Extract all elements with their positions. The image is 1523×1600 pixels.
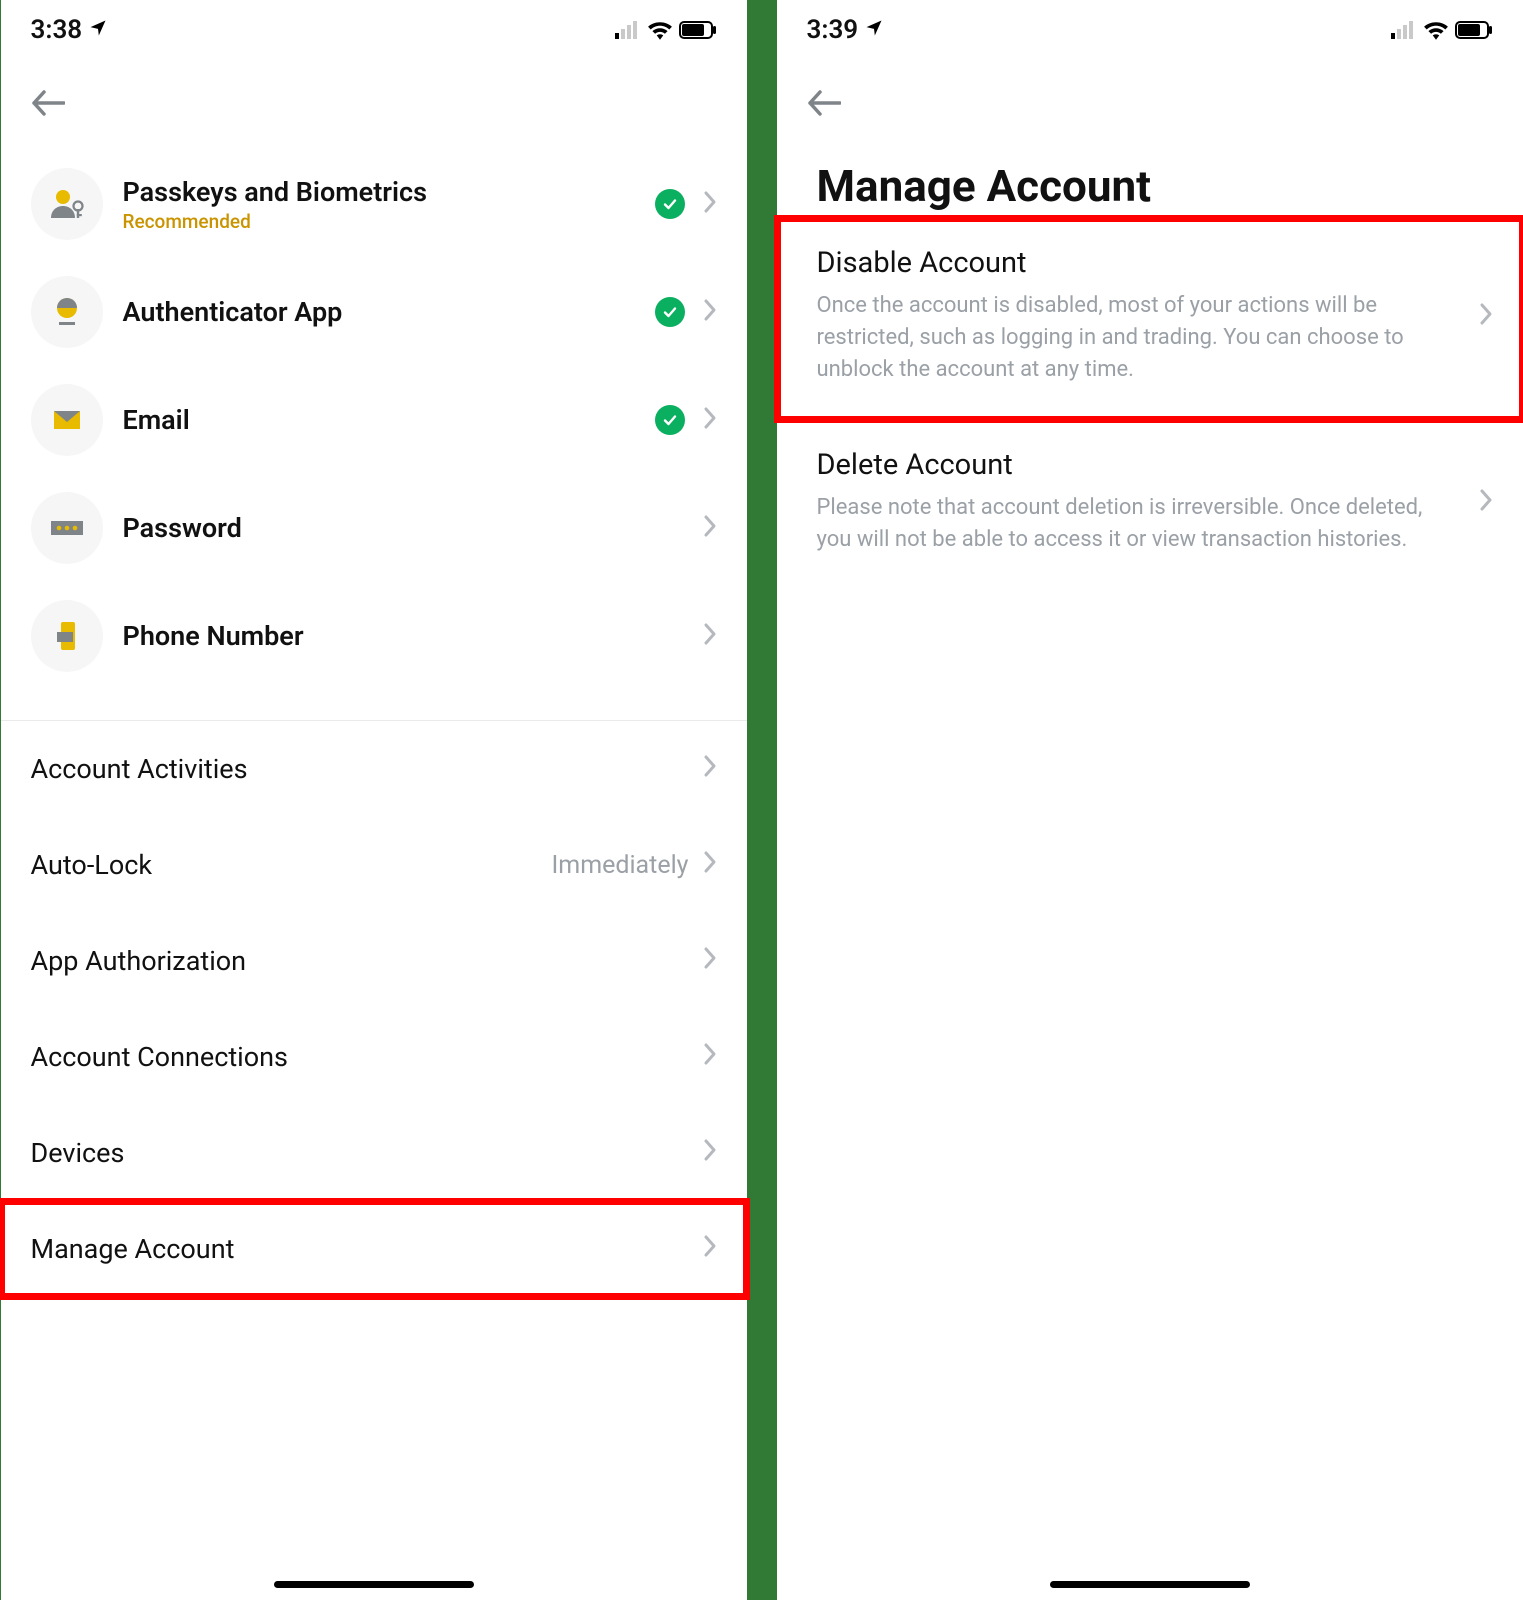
chevron-right-icon [1479,302,1493,330]
auth-methods-list: Passkeys and Biometrics Recommended [1,130,747,720]
auth-row-password[interactable]: Password [11,474,737,582]
location-icon [88,15,108,45]
battery-icon [1455,21,1493,39]
cellular-icon [615,21,641,39]
check-icon [655,189,685,219]
wifi-icon [1423,20,1449,40]
card-description: Once the account is disabled, most of yo… [817,290,1459,386]
back-button[interactable] [31,101,65,120]
auth-row-title: Email [123,404,190,436]
auth-row-phone[interactable]: Phone Number [11,582,737,690]
row-label: Account Activities [31,753,248,785]
chevron-right-icon [703,406,717,434]
row-value: Immediately [551,851,688,880]
passkey-icon [31,168,103,240]
password-icon [31,492,103,564]
row-devices[interactable]: Devices [1,1105,747,1201]
status-bar: 3:39 [777,0,1523,60]
card-description: Please note that account deletion is irr… [817,492,1459,556]
wifi-icon [647,20,673,40]
chevron-right-icon [703,1233,717,1265]
auth-row-title: Passkeys and Biometrics [123,176,427,208]
chevron-right-icon [703,190,717,218]
row-account-connections[interactable]: Account Connections [1,1009,747,1105]
cellular-icon [1391,21,1417,39]
status-bar: 3:38 [1,0,747,60]
manage-account-screen: 3:39 [777,0,1523,1600]
auth-row-authenticator[interactable]: Authenticator App [11,258,737,366]
card-title: Disable Account [817,246,1459,280]
row-manage-account[interactable]: Manage Account [1,1201,747,1297]
auth-row-email[interactable]: Email [11,366,737,474]
status-time: 3:39 [807,15,859,45]
chevron-right-icon [703,1137,717,1169]
row-account-activities[interactable]: Account Activities [1,721,747,817]
email-icon [31,384,103,456]
chevron-right-icon [703,298,717,326]
chevron-right-icon [703,622,717,650]
auth-row-title: Password [123,512,242,544]
status-time: 3:38 [31,15,83,45]
row-label: Account Connections [31,1041,289,1073]
row-label: Devices [31,1137,125,1169]
check-icon [655,297,685,327]
chevron-right-icon [1479,488,1493,516]
chevron-right-icon [703,945,717,977]
chevron-right-icon [703,849,717,881]
recommended-badge: Recommended [123,210,427,233]
row-app-authorization[interactable]: App Authorization [1,913,747,1009]
battery-icon [679,21,717,39]
row-label: App Authorization [31,945,247,977]
phone-icon [31,600,103,672]
card-disable-account[interactable]: Disable Account Once the account is disa… [777,218,1523,420]
chevron-right-icon [703,1041,717,1073]
home-indicator[interactable] [1050,1581,1250,1588]
check-icon [655,405,685,435]
auth-row-passkeys[interactable]: Passkeys and Biometrics Recommended [11,150,737,258]
security-settings-screen: 3:38 [1,0,747,1600]
chevron-right-icon [703,753,717,785]
auth-row-title: Authenticator App [123,296,343,328]
back-button[interactable] [807,101,841,120]
home-indicator[interactable] [274,1581,474,1588]
auth-row-title: Phone Number [123,620,304,652]
card-delete-account[interactable]: Delete Account Please note that account … [777,420,1523,590]
row-auto-lock[interactable]: Auto-Lock Immediately [1,817,747,913]
chevron-right-icon [703,514,717,542]
row-label: Manage Account [31,1233,235,1265]
settings-list: Account Activities Auto-Lock Immediately… [1,721,747,1297]
authenticator-icon [31,276,103,348]
row-label: Auto-Lock [31,849,153,881]
location-icon [864,15,884,45]
page-title: Manage Account [777,130,1523,218]
card-title: Delete Account [817,448,1459,482]
